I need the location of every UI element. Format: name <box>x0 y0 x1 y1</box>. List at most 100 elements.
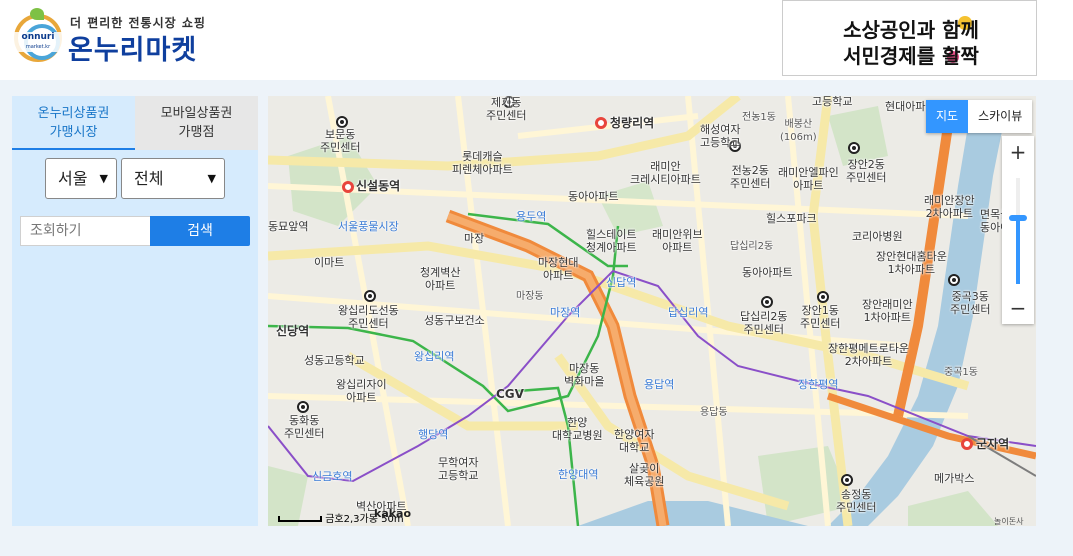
map-label: 군자역 <box>976 437 1010 451</box>
map-label: 래미안 크레시티아파트 <box>630 160 701 186</box>
banner-artwork: 소상공인과 함께 서민경제를 활짝 <box>843 16 979 68</box>
poi-pin[interactable] <box>297 401 309 413</box>
district-select[interactable]: 전체 ▼ <box>121 158 225 199</box>
map-label: 답십리역 <box>668 306 709 319</box>
map-label: 고등학교 <box>812 96 853 108</box>
map-label: 한양 대학교병원 <box>552 416 603 442</box>
search-button[interactable]: 검색 <box>150 216 250 246</box>
map-label: 제기동 주민센터 <box>486 96 527 122</box>
map-label: 전농1동 <box>742 112 776 123</box>
map-label: 코리아병원 <box>852 230 903 243</box>
map-label: 한양대역 <box>558 468 599 481</box>
map-label: 동묘앞역 <box>268 220 309 233</box>
map-label: 왕십리자이 아파트 <box>336 378 387 404</box>
poi-pin[interactable] <box>848 142 860 154</box>
region-select-value: 서울 <box>58 169 88 188</box>
map-label: 보문동 주민센터 <box>320 128 361 154</box>
map-label: 전농2동 주민센터 <box>730 164 771 190</box>
onnuri-market-logo[interactable]: onnuri market.kr 더 편리한 전통시장 쇼핑 온누리마켓 <box>14 8 205 68</box>
map-label: 신설동역 <box>356 179 401 193</box>
region-select[interactable]: 서울 ▼ <box>45 158 117 199</box>
poi-pin[interactable] <box>841 474 853 486</box>
poi-pin[interactable] <box>364 290 376 302</box>
map-label: 래미안엘파인 아파트 <box>778 166 839 192</box>
map-label: 용두역 <box>516 210 547 223</box>
map-label: 송정동 주민센터 <box>836 488 877 514</box>
poi-pin[interactable] <box>761 296 773 308</box>
logo-en-small-text: market.kr <box>25 44 51 50</box>
map-label: 동화동 주민센터 <box>284 414 325 440</box>
scale-bar-line <box>278 516 322 522</box>
map-label: 마장현대 아파트 <box>538 256 579 282</box>
map-label: 이마트 <box>314 256 345 269</box>
logo-english-text: onnuri market.kr <box>14 32 62 52</box>
logo-en-text: onnuri <box>21 32 55 42</box>
map-label: 메가박스 <box>934 472 975 485</box>
map-label: 래미안장안 2차아파트 <box>924 194 975 220</box>
map-label: 힐스포파크 <box>766 212 817 225</box>
zoom-in-button[interactable]: + <box>1002 136 1034 168</box>
district-select-value: 전체 <box>134 169 164 188</box>
map-label: 동아아파트 <box>568 190 619 203</box>
chevron-down-icon: ▼ <box>207 172 216 185</box>
poi-pin[interactable] <box>948 274 960 286</box>
map-label: 장한평역 <box>798 378 839 391</box>
map-copyright: 놀이돈사 <box>994 517 1024 526</box>
voucher-tabs: 온누리상품권 가맹시장 모바일상품권 가맹점 <box>12 96 258 150</box>
map-label: 중곡1동 <box>944 367 978 378</box>
map-label: 동아아파트 <box>742 266 793 279</box>
zoom-control: + − <box>1002 136 1034 324</box>
map-view[interactable]: 보문동 주민센터 제기동 주민센터 청량리역 해성여자 고등학교 배봉산 (106m) … <box>268 96 1036 526</box>
map-label: 청량리역 <box>610 116 655 130</box>
map-label: 마장동 벽화마을 <box>564 362 605 388</box>
chevron-down-icon: ▼ <box>99 172 108 185</box>
map-label: 장한평메트로타운 2차아파트 <box>828 342 909 368</box>
map-label: 성동고등학교 <box>304 354 365 367</box>
tab-label-line1: 모바일상품권 <box>160 106 233 121</box>
map-label: 서울풍물시장 <box>338 220 399 233</box>
map-label: 청계벽산 아파트 <box>420 266 461 292</box>
tab-label-line2: 가맹시장 <box>49 125 98 140</box>
zoom-slider-handle[interactable] <box>1009 215 1027 222</box>
map-label: 왕십리역 <box>414 350 455 363</box>
zoom-slider-fill <box>1016 218 1020 284</box>
map-label: 롯데캐슬 피렌체아파트 <box>452 150 513 176</box>
map-label: 해성여자 고등학교 <box>700 123 741 149</box>
map-label: 왕십리도선동 주민센터 <box>338 304 399 330</box>
map-label: 중곡3동 주민센터 <box>950 290 991 316</box>
map-label: 답십리2동 주민센터 <box>740 310 788 336</box>
map-label: 신금호역 <box>312 470 353 483</box>
map-label: 살곶이 체육공원 <box>624 462 665 488</box>
map-label: CGV <box>496 387 524 401</box>
map-label: 장안2동 주민센터 <box>846 158 887 184</box>
zoom-out-button[interactable]: − <box>1002 292 1034 324</box>
map-type-switch: 지도 스카이뷰 <box>926 100 1033 133</box>
poi-pin[interactable] <box>817 291 829 303</box>
map-label: 행당역 <box>418 428 449 441</box>
map-label: 마장 <box>464 232 485 245</box>
kakao-logo: kakao <box>374 507 412 520</box>
site-header: onnuri market.kr 더 편리한 전통시장 쇼핑 온누리마켓 소상공… <box>0 0 1073 80</box>
banner-line2: 서민경제를 활짝 <box>843 44 979 68</box>
map-label: 신답역 <box>606 276 637 289</box>
map-label: 한양여자 대학교 <box>614 428 655 454</box>
search-input[interactable]: 조회하기 <box>20 216 151 246</box>
campaign-banner[interactable]: 소상공인과 함께 서민경제를 활짝 <box>782 0 1037 76</box>
scale-note: 금호2,3가동 <box>325 514 378 525</box>
station-marker[interactable] <box>595 117 607 129</box>
poi-pin[interactable] <box>336 116 348 128</box>
station-marker[interactable] <box>961 438 973 450</box>
search-panel: 온누리상품권 가맹시장 모바일상품권 가맹점 서울 ▼ 전체 ▼ 조회하기 검색 <box>12 96 258 526</box>
map-label: 성동구보건소 <box>424 314 485 327</box>
map-label: 마장역 <box>550 306 581 319</box>
map-label: 배봉산 (106m) <box>780 119 817 143</box>
logo-title: 온누리마켓 <box>68 35 198 66</box>
map-label: 신당역 <box>276 324 310 338</box>
tab-onnuri-market[interactable]: 온누리상품권 가맹시장 <box>12 96 135 150</box>
tab-mobile-store[interactable]: 모바일상품권 가맹점 <box>135 96 258 150</box>
map-label: 힐스테이트 청계아파트 <box>586 228 637 254</box>
map-label: 래미안위브 아파트 <box>652 228 703 254</box>
map-type-map-button[interactable]: 지도 <box>926 100 969 133</box>
station-marker[interactable] <box>342 181 354 193</box>
map-type-skyview-button[interactable]: 스카이뷰 <box>968 100 1033 133</box>
